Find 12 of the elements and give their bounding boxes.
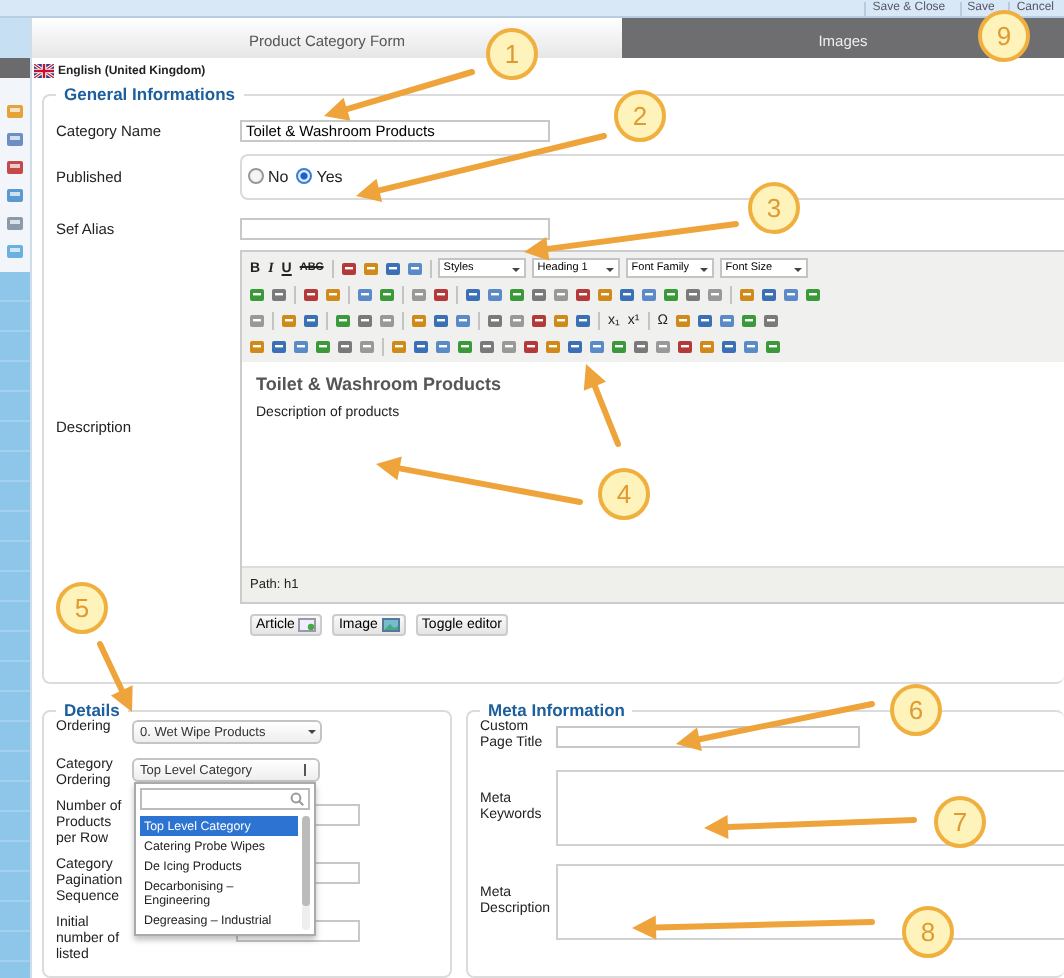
number-callout: 6 bbox=[890, 684, 942, 736]
number-callout: 5 bbox=[56, 582, 108, 634]
number-callout: 2 bbox=[614, 90, 666, 142]
number-callout: 3 bbox=[748, 182, 800, 234]
section-title: Meta Information bbox=[486, 700, 627, 720]
radio-label: No bbox=[268, 167, 289, 185]
section-title: General Informations bbox=[62, 84, 237, 104]
number-callout: 1 bbox=[486, 28, 538, 80]
radio-label: Yes bbox=[316, 167, 343, 185]
number-callout: 8 bbox=[902, 906, 954, 958]
section-title: Details bbox=[64, 700, 122, 720]
content-heading: Toilet & Washroom Products bbox=[256, 374, 504, 394]
